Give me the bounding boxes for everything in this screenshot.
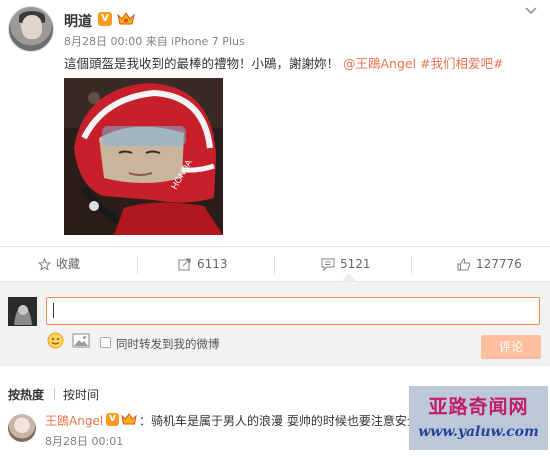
commenter-avatar[interactable] — [8, 414, 36, 442]
avatar-face — [22, 15, 42, 39]
post-text-main: 這個頭盔是我收到的最棒的禮物！小鴎，謝謝妳！ — [64, 56, 340, 71]
hashtag-link[interactable]: #我们相爱吧# — [420, 56, 503, 71]
repost-option-label: 同时转发到我的微博 — [116, 337, 220, 351]
author-name[interactable]: 明道 — [64, 11, 92, 31]
repost-checkbox[interactable] — [100, 337, 111, 348]
comment-pointer — [341, 273, 357, 282]
favorite-button[interactable]: 收藏 — [37, 247, 81, 283]
image-upload-icon[interactable] — [72, 333, 90, 348]
chevron-down-icon[interactable] — [524, 4, 538, 18]
post-photo[interactable]: HONDA — [64, 78, 223, 235]
comment-time: 8月28日 00:01 — [45, 435, 124, 448]
helmet-photo-illustration: HONDA — [64, 78, 223, 235]
tab-sort-time[interactable]: 按时间 — [63, 386, 99, 403]
site-watermark: 亚路奇闻网 www.yaluw.com — [409, 386, 548, 450]
thumbs-up-icon — [457, 258, 471, 271]
divider — [137, 256, 138, 274]
favorite-label: 收藏 — [56, 257, 81, 271]
submit-comment-button[interactable]: 评论 — [481, 335, 541, 359]
commenter-vip-icon — [121, 413, 137, 425]
repost-count: 6113 — [197, 257, 228, 271]
tab-sort-hot[interactable]: 按热度 — [8, 386, 44, 403]
action-bar: 收藏 6113 5121 127776 — [0, 246, 550, 282]
commenter-verified-icon: V — [106, 413, 119, 426]
my-avatar[interactable] — [8, 297, 37, 326]
comment-input[interactable] — [46, 297, 540, 325]
text-cursor — [53, 303, 54, 318]
tab-divider — [54, 388, 55, 400]
comment-text: ：骑机车是属于男人的浪漫 耍帅的时候也要注意安全 — [139, 414, 409, 428]
author-avatar[interactable] — [8, 6, 54, 52]
divider — [274, 256, 275, 274]
star-icon — [37, 257, 52, 271]
watermark-title: 亚路奇闻网 — [428, 396, 529, 418]
emoji-icon[interactable] — [47, 332, 64, 349]
watermark-url: www.yaluw.com — [418, 424, 539, 440]
mention-link[interactable]: @王鴎Angel — [343, 56, 416, 71]
divider — [411, 256, 412, 274]
like-button[interactable]: 127776 — [457, 247, 522, 283]
my-avatar-image — [8, 297, 37, 326]
comment-icon — [321, 258, 335, 272]
like-count: 127776 — [476, 257, 522, 271]
vip-crown-icon — [117, 12, 135, 25]
commenter-name[interactable]: 王鴎Angel — [45, 412, 103, 429]
verified-badge-icon: V — [98, 12, 112, 26]
repost-button[interactable]: 6113 — [178, 247, 228, 283]
repost-icon — [178, 258, 191, 271]
post-text: 這個頭盔是我收到的最棒的禮物！小鴎，謝謝妳！ @王鴎Angel #我们相爱吧# — [64, 53, 504, 72]
post-meta: 8月28日 00:00 来自 iPhone 7 Plus — [64, 35, 245, 48]
comment-count: 5121 — [340, 257, 371, 271]
